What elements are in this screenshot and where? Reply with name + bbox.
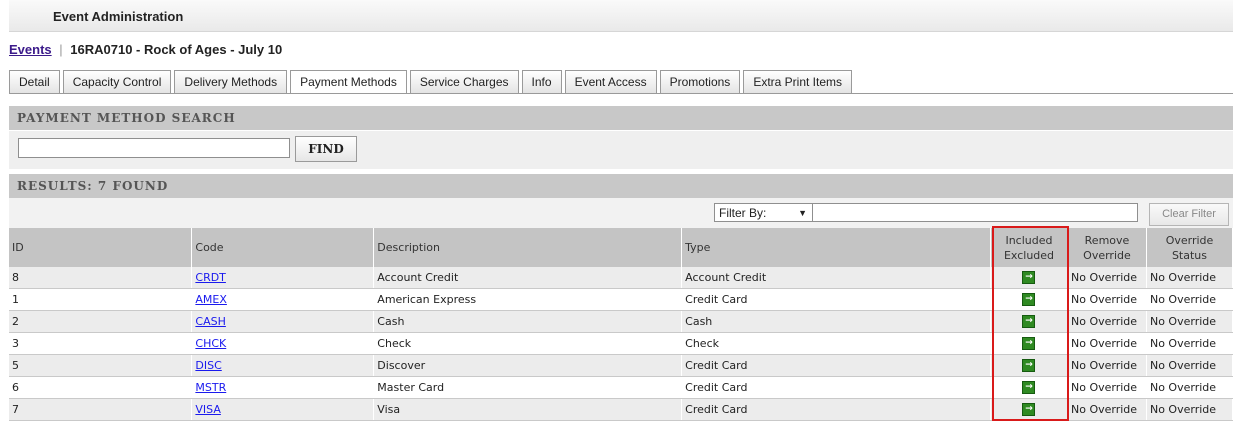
column-header-included-excluded[interactable]: Included Excluded — [990, 228, 1068, 267]
cell-remove-override: No Override — [1067, 332, 1147, 355]
tab-promotions[interactable]: Promotions — [659, 70, 741, 94]
find-button[interactable]: FIND — [295, 136, 357, 162]
tab-info[interactable]: Info — [521, 70, 562, 94]
tab-event-access[interactable]: Event Access — [564, 70, 657, 94]
event-name: 16RA0710 - Rock of Ages - July 10 — [70, 42, 283, 57]
search-input[interactable] — [18, 138, 290, 158]
table-row: 8 CRDT Account Credit Account Credit → N… — [9, 267, 1233, 289]
column-header-status-line2: Status — [1171, 248, 1208, 262]
breadcrumb: Events | 16RA0710 - Rock of Ages - July … — [9, 42, 282, 57]
cell-type: Cash — [681, 310, 991, 333]
column-header-status-line1: Override — [1165, 233, 1214, 247]
cell-override-status: No Override — [1146, 332, 1233, 355]
include-toggle-icon[interactable]: → — [1022, 337, 1036, 351]
include-toggle-icon[interactable]: → — [1022, 293, 1036, 307]
column-header-description[interactable]: Description — [373, 228, 683, 267]
column-header-code[interactable]: Code — [191, 228, 375, 267]
code-link[interactable]: CASH — [195, 315, 225, 328]
tab-capacity-control[interactable]: Capacity Control — [62, 70, 172, 94]
cell-remove-override: No Override — [1067, 288, 1147, 311]
table-row: 2 CASH Cash Cash → No Override No Overri… — [9, 310, 1233, 333]
cell-remove-override: No Override — [1067, 310, 1147, 333]
cell-id: 5 — [9, 354, 193, 377]
column-header-remove-line1: Remove — [1084, 233, 1130, 247]
table-row: 6 MSTR Master Card Credit Card → No Over… — [9, 376, 1233, 399]
include-toggle-icon[interactable]: → — [1022, 271, 1036, 285]
cell-description: Check — [373, 332, 683, 355]
cell-override-status: No Override — [1146, 310, 1233, 333]
tab-divider — [9, 93, 1233, 94]
cell-type: Credit Card — [681, 398, 991, 421]
filter-by-label: Filter By: — [719, 206, 767, 220]
code-link[interactable]: AMEX — [195, 293, 227, 306]
code-link[interactable]: VISA — [195, 403, 220, 416]
cell-override-status: No Override — [1146, 354, 1233, 377]
cell-id: 7 — [9, 398, 193, 421]
cell-id: 3 — [9, 332, 193, 355]
column-header-remove-line2: Override — [1083, 248, 1131, 262]
cell-override-status: No Override — [1146, 267, 1233, 289]
cell-type: Credit Card — [681, 376, 991, 399]
code-link[interactable]: DISC — [195, 359, 221, 372]
chevron-down-icon: ▼ — [798, 208, 807, 218]
include-toggle-icon[interactable]: → — [1022, 359, 1036, 373]
cell-description: Master Card — [373, 376, 683, 399]
table-row: 7 VISA Visa Credit Card → No Override No… — [9, 398, 1233, 421]
breadcrumb-events-link[interactable]: Events — [9, 42, 52, 57]
column-header-remove-override[interactable]: Remove Override — [1067, 228, 1147, 267]
search-row: FIND — [9, 131, 1233, 169]
cell-description: Discover — [373, 354, 683, 377]
column-header-type[interactable]: Type — [681, 228, 991, 267]
app-title: Event Administration — [53, 9, 184, 24]
column-header-included: Included — [1005, 233, 1053, 247]
cell-id: 6 — [9, 376, 193, 399]
cell-id: 2 — [9, 310, 193, 333]
column-header-excluded: Excluded — [1003, 248, 1055, 262]
tab-detail[interactable]: Detail — [9, 70, 60, 94]
cell-description: Account Credit — [373, 267, 683, 289]
include-toggle-icon[interactable]: → — [1022, 403, 1036, 417]
filter-bar: Filter By: ▼ Clear Filter — [9, 198, 1233, 228]
include-toggle-icon[interactable]: → — [1022, 315, 1036, 329]
cell-remove-override: No Override — [1067, 354, 1147, 377]
clear-filter-button[interactable]: Clear Filter — [1149, 203, 1229, 226]
table-row: 1 AMEX American Express Credit Card → No… — [9, 288, 1233, 311]
results-heading: RESULTS: 7 FOUND — [9, 174, 1233, 198]
include-toggle-icon[interactable]: → — [1022, 381, 1036, 395]
table-header-row: ID Code Description Type Included Exclud… — [9, 228, 1233, 267]
cell-id: 1 — [9, 288, 193, 311]
table-row: 3 CHCK Check Check → No Override No Over… — [9, 332, 1233, 355]
search-section-heading: PAYMENT METHOD SEARCH — [9, 106, 1233, 130]
cell-remove-override: No Override — [1067, 267, 1147, 289]
cell-id: 8 — [9, 267, 193, 289]
cell-type: Check — [681, 332, 991, 355]
tab-extra-print-items[interactable]: Extra Print Items — [743, 70, 852, 94]
tab-service-charges[interactable]: Service Charges — [409, 70, 519, 94]
code-link[interactable]: MSTR — [195, 381, 226, 394]
cell-description: American Express — [373, 288, 683, 311]
tab-bar: Detail Capacity Control Delivery Methods… — [9, 70, 855, 94]
app-header: Event Administration — [9, 0, 1233, 32]
tab-delivery-methods[interactable]: Delivery Methods — [174, 70, 288, 94]
breadcrumb-separator: | — [59, 42, 63, 57]
table-row: 5 DISC Discover Credit Card → No Overrid… — [9, 354, 1233, 377]
cell-description: Cash — [373, 310, 683, 333]
cell-remove-override: No Override — [1067, 398, 1147, 421]
tab-payment-methods[interactable]: Payment Methods — [290, 70, 407, 94]
cell-type: Account Credit — [681, 267, 991, 289]
filter-by-select[interactable]: Filter By: ▼ — [714, 203, 814, 222]
payment-methods-table: ID Code Description Type Included Exclud… — [9, 228, 1233, 421]
column-header-id[interactable]: ID — [9, 228, 193, 267]
cell-type: Credit Card — [681, 354, 991, 377]
cell-override-status: No Override — [1146, 288, 1233, 311]
cell-override-status: No Override — [1146, 376, 1233, 399]
code-link[interactable]: CRDT — [195, 271, 226, 284]
column-header-override-status[interactable]: Override Status — [1146, 228, 1233, 267]
code-link[interactable]: CHCK — [195, 337, 226, 350]
filter-input[interactable] — [812, 203, 1138, 222]
cell-type: Credit Card — [681, 288, 991, 311]
cell-override-status: No Override — [1146, 398, 1233, 421]
cell-description: Visa — [373, 398, 683, 421]
cell-remove-override: No Override — [1067, 376, 1147, 399]
